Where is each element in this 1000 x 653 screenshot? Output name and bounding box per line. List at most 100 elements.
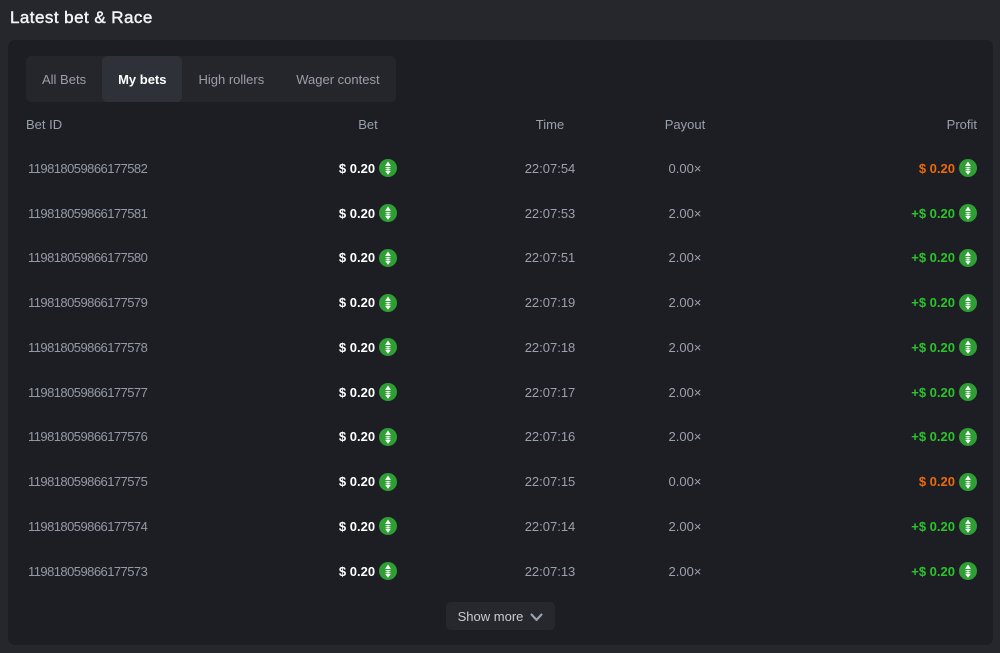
bet-amount: $ 0.20 [339,519,375,534]
column-header-payout: Payout [579,117,791,132]
etc-coin-icon [379,338,397,356]
show-more-button[interactable]: Show more [446,602,556,630]
table-row[interactable]: 119818059866177581 $ 0.20 22:07:53 2.00×… [26,191,977,236]
profit-cell: +$ 0.20 [791,338,977,356]
profit-cell: $ 0.20 [791,473,977,491]
table-row[interactable]: 119818059866177575 $ 0.20 22:07:15 0.00×… [26,459,977,504]
table-body: 119818059866177582 $ 0.20 22:07:54 0.00×… [26,146,977,594]
profit-amount: +$ 0.20 [911,519,955,534]
table-row[interactable]: 119818059866177577 $ 0.20 22:07:17 2.00×… [26,370,977,415]
profit-cell: +$ 0.20 [791,383,977,401]
bet-amount: $ 0.20 [339,161,375,176]
payout-cell: 0.00× [579,474,791,489]
table-row[interactable]: 119818059866177582 $ 0.20 22:07:54 0.00×… [26,146,977,191]
bet-tabs: All Bets My bets High rollers Wager cont… [26,56,396,102]
bet-id-cell: 119818059866177576 [26,429,215,444]
profit-amount: $ 0.20 [919,161,955,176]
bet-id-cell: 119818059866177582 [26,161,215,176]
profit-cell: +$ 0.20 [791,428,977,446]
tab-my-bets[interactable]: My bets [102,56,182,102]
table-row[interactable]: 119818059866177574 $ 0.20 22:07:14 2.00×… [26,504,977,549]
page-title: Latest bet & Race [10,8,153,28]
time-cell: 22:07:54 [521,161,579,176]
payout-cell: 2.00× [579,385,791,400]
bet-amount: $ 0.20 [339,250,375,265]
profit-amount: +$ 0.20 [911,564,955,579]
bet-amount: $ 0.20 [339,385,375,400]
time-cell: 22:07:17 [521,385,579,400]
profit-amount: +$ 0.20 [911,250,955,265]
bet-amount: $ 0.20 [339,429,375,444]
bet-amount-cell: $ 0.20 [215,517,521,535]
etc-coin-icon [959,517,977,535]
column-header-profit: Profit [791,117,977,132]
payout-cell: 2.00× [579,564,791,579]
table-row[interactable]: 119818059866177578 $ 0.20 22:07:18 2.00×… [26,325,977,370]
bet-id-cell: 119818059866177580 [26,250,215,265]
profit-amount: +$ 0.20 [911,206,955,221]
bet-id-cell: 119818059866177577 [26,385,215,400]
bet-amount-cell: $ 0.20 [215,204,521,222]
profit-amount: +$ 0.20 [911,385,955,400]
bet-id-cell: 119818059866177573 [26,564,215,579]
bet-id-cell: 119818059866177581 [26,206,215,221]
etc-coin-icon [379,473,397,491]
payout-cell: 2.00× [579,519,791,534]
etc-coin-icon [959,338,977,356]
time-cell: 22:07:18 [521,340,579,355]
profit-cell: +$ 0.20 [791,562,977,580]
etc-coin-icon [379,428,397,446]
time-cell: 22:07:19 [521,295,579,310]
tab-wager-contest[interactable]: Wager contest [280,56,395,102]
profit-cell: +$ 0.20 [791,204,977,222]
bet-amount: $ 0.20 [339,474,375,489]
time-cell: 22:07:53 [521,206,579,221]
column-header-bet-id: Bet ID [26,117,215,132]
column-header-time: Time [521,117,579,132]
bets-table: Bet ID Bet Time Payout Profit 1198180598… [26,102,977,594]
show-more-container: Show more [8,602,993,630]
etc-coin-icon [379,294,397,312]
bet-amount-cell: $ 0.20 [215,249,521,267]
tab-label: All Bets [42,72,86,87]
bet-amount-cell: $ 0.20 [215,383,521,401]
bet-id-cell: 119818059866177575 [26,474,215,489]
payout-cell: 2.00× [579,295,791,310]
table-row[interactable]: 119818059866177579 $ 0.20 22:07:19 2.00×… [26,280,977,325]
time-cell: 22:07:51 [521,250,579,265]
tab-all-bets[interactable]: All Bets [26,56,102,102]
tab-label: High rollers [198,72,264,87]
bet-id-cell: 119818059866177574 [26,519,215,534]
etc-coin-icon [379,562,397,580]
bet-id-cell: 119818059866177579 [26,295,215,310]
tab-high-rollers[interactable]: High rollers [182,56,280,102]
payout-cell: 2.00× [579,250,791,265]
latest-bets-panel: All Bets My bets High rollers Wager cont… [8,40,993,645]
payout-cell: 0.00× [579,161,791,176]
etc-coin-icon [379,517,397,535]
payout-cell: 2.00× [579,206,791,221]
bet-amount-cell: $ 0.20 [215,294,521,312]
profit-amount: +$ 0.20 [911,429,955,444]
tab-label: My bets [118,72,166,87]
profit-amount: +$ 0.20 [911,295,955,310]
bet-amount: $ 0.20 [339,206,375,221]
table-row[interactable]: 119818059866177576 $ 0.20 22:07:16 2.00×… [26,415,977,460]
etc-coin-icon [379,204,397,222]
profit-amount: $ 0.20 [919,474,955,489]
table-header-row: Bet ID Bet Time Payout Profit [26,102,977,146]
etc-coin-icon [379,159,397,177]
payout-cell: 2.00× [579,429,791,444]
time-cell: 22:07:14 [521,519,579,534]
etc-coin-icon [959,159,977,177]
show-more-label: Show more [458,609,524,624]
etc-coin-icon [959,249,977,267]
bet-amount: $ 0.20 [339,340,375,355]
etc-coin-icon [959,383,977,401]
table-row[interactable]: 119818059866177573 $ 0.20 22:07:13 2.00×… [26,549,977,594]
profit-cell: +$ 0.20 [791,517,977,535]
profit-amount: +$ 0.20 [911,340,955,355]
table-row[interactable]: 119818059866177580 $ 0.20 22:07:51 2.00×… [26,236,977,281]
time-cell: 22:07:16 [521,429,579,444]
bet-amount: $ 0.20 [339,295,375,310]
